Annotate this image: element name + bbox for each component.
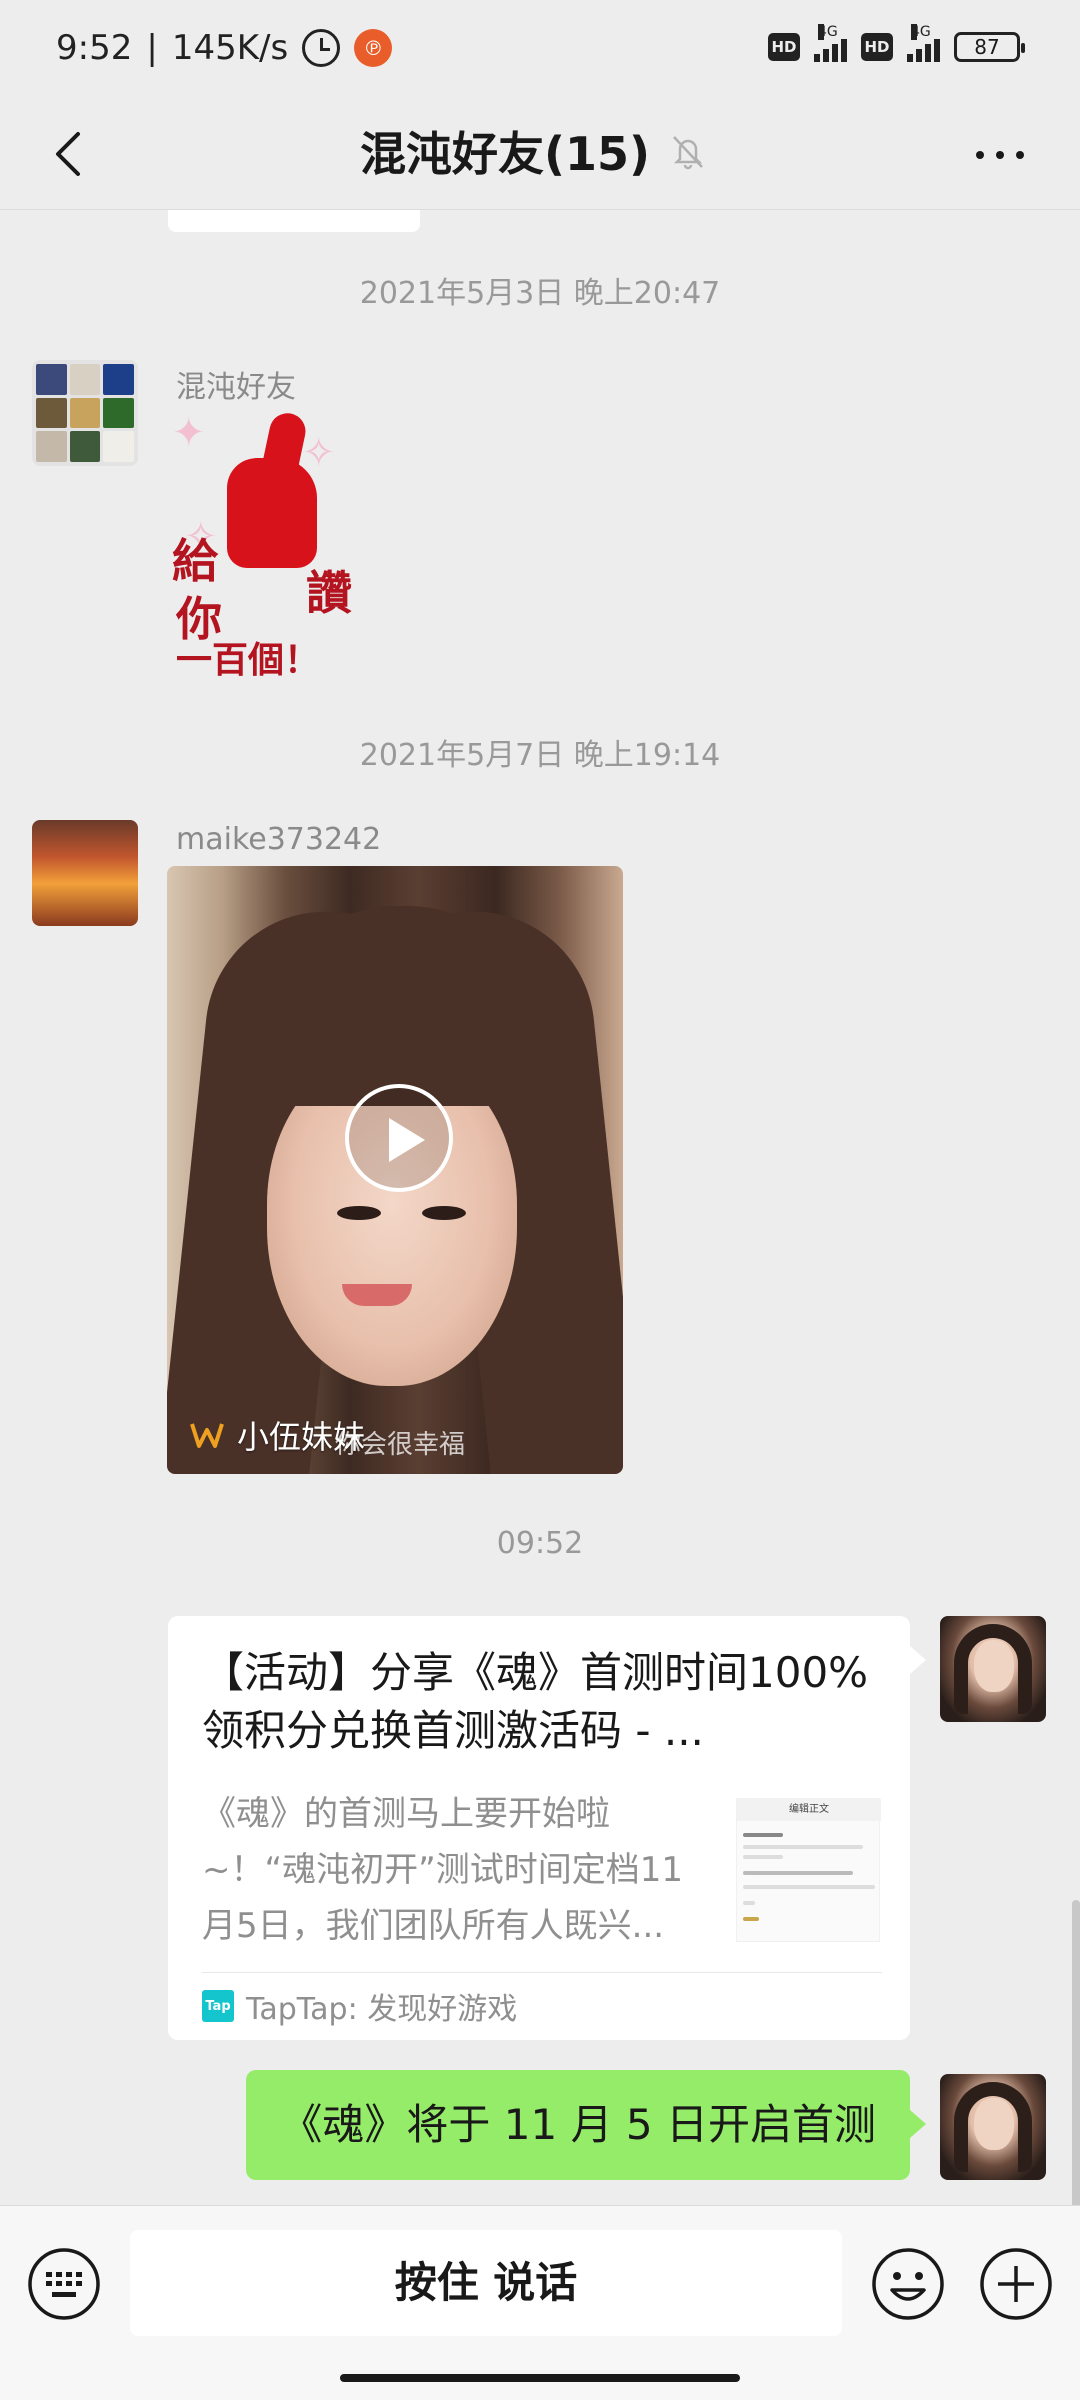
card-source-label: TapTap: 发现好游戏: [246, 1992, 518, 2027]
sender-name: 混沌好友: [176, 370, 296, 405]
sticker-text: 給: [172, 534, 218, 588]
network-type: 4G: [911, 24, 931, 40]
chat-area[interactable]: 2021年5月3日 晚上20:47 混沌好友 ✦ ✧ ✧ 給 你 讚 一百個！ …: [0, 210, 1080, 2205]
hd-icon: HD: [768, 33, 800, 61]
battery-icon: 87: [954, 32, 1025, 62]
status-bar: 9:52 | 145K/s ℗ HD 4G HD 4G 87: [0, 0, 1080, 100]
video-caption: 你会很幸福: [335, 1430, 466, 1460]
sticker-message[interactable]: ✦ ✧ ✧ 給 你 讚 一百個！: [172, 410, 372, 680]
link-card-message[interactable]: 【活动】分享《魂》首测时间100%领积分兑换首测激活码 - ... 《魂》的首测…: [168, 1616, 926, 2040]
video-message[interactable]: 小伍妹妹 你会很幸福: [167, 866, 623, 1474]
status-time: 9:52: [56, 28, 133, 68]
card-source: Tap TapTap: 发现好游戏: [202, 1984, 517, 2028]
signal-icon: 4G: [907, 24, 940, 62]
sticker-text: 你: [176, 592, 222, 646]
status-divider: |: [146, 28, 158, 68]
hold-to-talk-button[interactable]: 按住 说话: [130, 2230, 842, 2336]
my-avatar[interactable]: [940, 2074, 1046, 2180]
nav-bar: 混沌好友(15): [0, 100, 1080, 210]
back-icon[interactable]: [40, 124, 100, 184]
keyboard-icon[interactable]: [26, 2246, 102, 2322]
timestamp: 2021年5月3日 晚上20:47: [359, 276, 721, 311]
timestamp: 09:52: [496, 1526, 584, 1561]
home-indicator[interactable]: [340, 2374, 740, 2382]
scrollbar[interactable]: [1072, 1900, 1080, 2205]
timestamp: 2021年5月7日 晚上19:14: [359, 738, 721, 773]
play-icon[interactable]: [345, 1084, 453, 1192]
sticker-text: 一百個！: [176, 639, 321, 681]
my-text-message[interactable]: 《魂》将于 11 月 5 日开启首测: [246, 2070, 926, 2180]
more-icon[interactable]: [970, 140, 1030, 170]
emoji-icon[interactable]: [870, 2246, 946, 2322]
sender-avatar[interactable]: [32, 820, 138, 926]
alarm-icon: [302, 29, 341, 67]
thumbnail-header: 编辑正文: [737, 1799, 881, 1821]
card-title: 【活动】分享《魂》首测时间100%领积分兑换首测激活码 - ...: [202, 1648, 869, 1755]
taptap-icon: Tap: [202, 1990, 234, 2022]
mute-icon: [673, 136, 703, 170]
my-avatar[interactable]: [940, 1616, 1046, 1722]
previous-message-bubble[interactable]: [168, 210, 420, 232]
signal-icon: 4G: [814, 24, 847, 62]
thumbs-up-icon: [227, 458, 317, 568]
status-left: 9:52 | 145K/s ℗: [56, 28, 393, 68]
network-type: 4G: [818, 24, 838, 40]
status-right: HD 4G HD 4G 87: [768, 24, 1025, 62]
card-description: 《魂》的首测马上要开始啦~！“魂沌初开”测试时间定档11月5日，我们团队所有人既…: [202, 1794, 683, 1946]
network-speed: 145K/s: [171, 28, 289, 68]
input-bar: 按住 说话: [0, 2205, 1080, 2400]
nav-title-wrap: 混沌好友(15): [360, 118, 708, 184]
sticker-text: 讚: [306, 566, 352, 620]
brand-logo-icon: [190, 1423, 224, 1448]
plus-icon[interactable]: [978, 2246, 1054, 2322]
group-avatar[interactable]: [32, 360, 138, 466]
sender-name: maike373242: [176, 822, 382, 857]
chat-title: 混沌好友(15): [360, 127, 651, 181]
app-notification-icon: ℗: [354, 29, 393, 67]
card-thumbnail: 编辑正文: [736, 1798, 881, 1942]
hd-icon: HD: [861, 33, 893, 61]
